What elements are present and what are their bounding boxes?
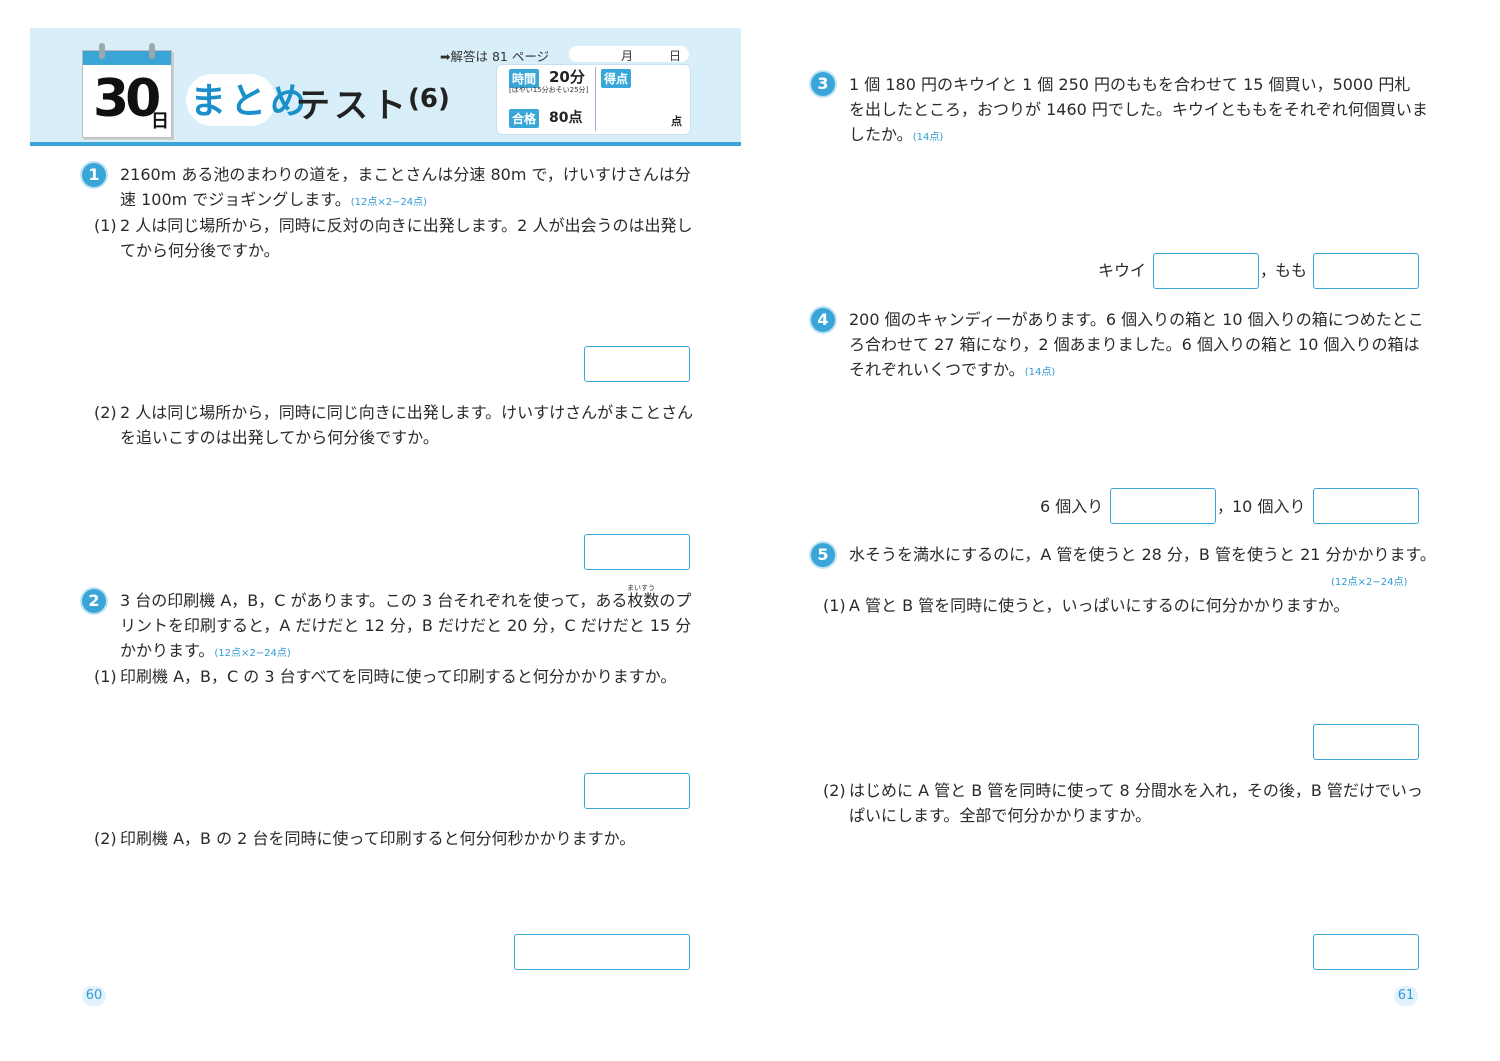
score-box: 時間 20分 [はやい15分おそい25分] 得点 合格 80点 点 (496, 64, 691, 135)
text-line: かかります。 (120, 641, 215, 660)
answer-box-5-1[interactable] (1313, 724, 1419, 760)
points-label: (12点×2−24点) (350, 197, 428, 208)
answer-label-10-pack: 10 個入り (1232, 497, 1306, 516)
sub-question-label: (2) (94, 829, 117, 848)
text-line: 2 人は同じ場所から，同時に同じ向きに出発します。けいすけさんがまことさん (120, 403, 694, 422)
text-line: を出したところ，おつりが 1460 円でした。キウイとももをそれぞれ何個買いま (849, 100, 1428, 119)
question-number-badge: 1 (82, 163, 106, 187)
text-line: 速 100m でジョギングします。 (120, 190, 351, 209)
points-label: (14点) (1024, 367, 1056, 378)
day-suffix: 日 (151, 111, 169, 132)
question-4-text: 200 個のキャンディーがあります。6 個入りの箱と 10 個入りの箱につめたと… (849, 307, 1449, 385)
points-label: (12点×2−24点) (1331, 577, 1408, 588)
text-line: ぱいにします。全部で何分かかりますか。 (849, 806, 1152, 825)
answer-box-peach[interactable] (1313, 253, 1419, 289)
answer-box-10-pack[interactable] (1313, 488, 1419, 524)
question-2-1-text: 印刷機 A，B，C の 3 台すべてを同時に使って印刷すると何分かかりますか。 (120, 667, 677, 686)
points-label: (14点) (912, 132, 944, 143)
question-number-badge: 5 (811, 543, 835, 567)
time-value: 20分 (549, 68, 585, 86)
text-line: 2160m ある池のまわりの道を，まことさんは分速 80m で，けいすけさんは分 (120, 165, 691, 184)
question-3-text: 1 個 180 円のキウイと 1 個 250 円のももを合わせて 15 個買い，… (849, 72, 1449, 150)
sub-question-label: (1) (94, 667, 117, 686)
answer-box-5-2[interactable] (1313, 934, 1419, 970)
date-field[interactable]: 月 日 (569, 46, 689, 63)
date-day-label: 日 (669, 49, 682, 63)
text-line: それぞれいくつですか。 (849, 360, 1025, 379)
text-line: 200 個のキャンディーがあります。6 個入りの箱と 10 個入りの箱につめたと… (849, 310, 1424, 329)
question-5-2-text: はじめに A 管と B 管を同時に使って 8 分間水を入れ，その後，B 管だけで… (849, 778, 1429, 828)
pass-label: 合格 (509, 109, 540, 128)
sub-question-label: (1) (94, 216, 117, 235)
question-number-badge: 3 (811, 72, 835, 96)
question-number-badge: 2 (82, 589, 106, 613)
page-number: 60 (82, 986, 106, 1006)
text-line: 1 個 180 円のキウイと 1 個 250 円のももを合わせて 15 個買い，… (849, 75, 1411, 94)
question-1-text: 2160m ある池のまわりの道を，まことさんは分速 80m で，けいすけさんは分… (120, 162, 700, 215)
question-2-2-text: 印刷機 A，B の 2 台を同時に使って印刷すると何分何秒かかりますか。 (120, 829, 636, 848)
page-title: テスト (296, 86, 410, 126)
text-line: 3 台の印刷機 A，B，C があります。この 3 台それぞれを使って，ある枚数の… (120, 591, 692, 610)
answer-box-1-1[interactable] (584, 346, 690, 382)
question-number-badge: 4 (811, 308, 835, 332)
answer-box-6-pack[interactable] (1110, 488, 1216, 524)
calendar-top-bar (83, 51, 171, 65)
text-line: てから何分後ですか。 (120, 241, 280, 260)
page-title-number: (6) (408, 84, 450, 114)
answer-label-peach: もも (1275, 261, 1308, 280)
answer-label-6-pack: 6 個入り (1040, 497, 1104, 516)
sub-question-label: (2) (94, 403, 117, 422)
text-line: リントを印刷すると，A だけだと 12 分，B だけだと 20 分，C だけだと… (120, 616, 692, 635)
answer-box-2-1[interactable] (584, 773, 690, 809)
calendar-ring-icon (99, 43, 105, 59)
answer-box-1-2[interactable] (584, 534, 690, 570)
answer-label-kiwi: キウイ (1098, 261, 1147, 280)
text-line: したか。 (849, 125, 913, 144)
text-line: ろ合わせて 27 箱になり，2 個あまりました。6 個入りの箱と 10 個入りの… (849, 335, 1420, 354)
pass-value: 80点 (549, 110, 583, 126)
score-divider (595, 67, 596, 131)
answer-separator: ， (1217, 497, 1234, 516)
header-underline (30, 142, 741, 146)
day-calendar-badge: 30 日 (82, 43, 172, 138)
question-1-1-text: 2 人は同じ場所から，同時に反対の向きに出発します。2 人が出会うのは出発し て… (120, 213, 700, 263)
text-line: 2 人は同じ場所から，同時に反対の向きに出発します。2 人が出会うのは出発し (120, 216, 693, 235)
score-label: 得点 (601, 69, 632, 88)
question-2-text: 3 台の印刷機 A，B，C があります。この 3 台それぞれを使って，ある枚数の… (120, 588, 700, 666)
time-note: [はやい15分おそい25分] (509, 86, 589, 94)
sub-question-label: (2) (823, 781, 846, 800)
question-5-text: 水そうを満水にするのに，A 管を使うと 28 分，B 管を使うと 21 分かかり… (849, 545, 1436, 564)
page-number: 61 (1394, 986, 1418, 1006)
question-5-1-text: A 管と B 管を同時に使うと，いっぱいにするのに何分かかりますか。 (849, 596, 1350, 615)
page-title-highlight: まとめ (190, 81, 311, 122)
points-label: (12点×2−24点) (214, 648, 291, 659)
answer-reference: ➡解答は 81 ページ (440, 49, 550, 64)
sub-question-label: (1) (823, 596, 846, 615)
question-1-2-text: 2 人は同じ場所から，同時に同じ向きに出発します。けいすけさんがまことさん を追… (120, 400, 700, 450)
answer-box-kiwi[interactable] (1153, 253, 1259, 289)
answer-separator: ， (1260, 261, 1277, 280)
calendar-ring-icon (149, 43, 155, 59)
text-line: を追いこすのは出発してから何分後ですか。 (120, 428, 439, 447)
date-month-label: 月 (621, 49, 634, 63)
score-unit: 点 (671, 115, 682, 128)
text-line: はじめに A 管と B 管を同時に使って 8 分間水を入れ，その後，B 管だけで… (849, 781, 1423, 800)
answer-box-2-2[interactable] (514, 934, 690, 970)
day-number: 30 (93, 69, 161, 129)
